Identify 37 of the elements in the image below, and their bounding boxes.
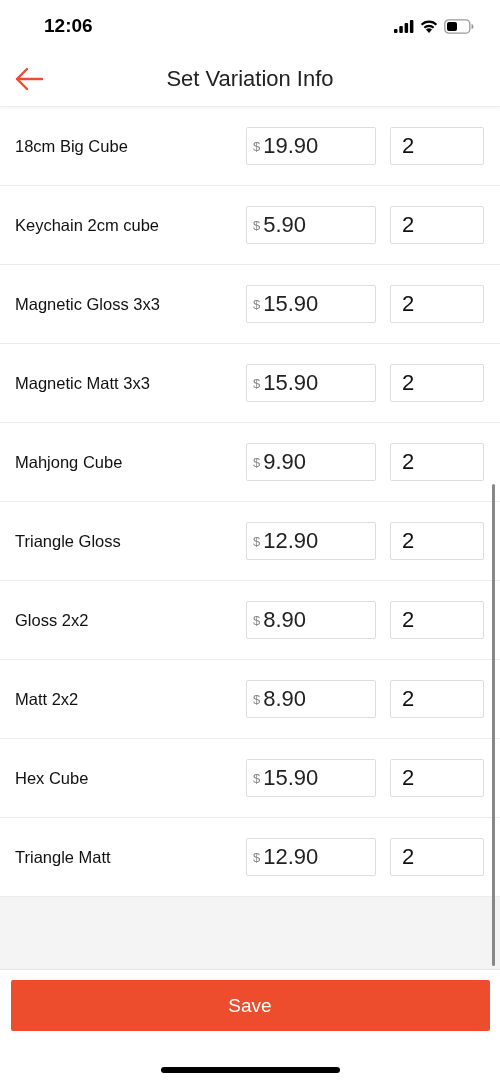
variation-name: Mahjong Cube — [15, 452, 124, 472]
variation-name: Magnetic Matt 3x3 — [15, 373, 151, 393]
variation-name: Keychain 2cm cube — [15, 215, 160, 235]
variation-name: Magnetic Gloss 3x3 — [15, 294, 161, 314]
save-button[interactable]: Save — [10, 980, 490, 1031]
variation-name: Matt 2x2 — [15, 689, 80, 709]
price-field[interactable]: $15.90 — [246, 285, 376, 323]
price-field[interactable]: $8.90 — [246, 680, 376, 718]
page-title: Set Variation Info — [166, 66, 334, 92]
variation-name: Hex Cube — [15, 768, 90, 788]
quantity-field[interactable]: 2 — [390, 680, 484, 718]
variation-name: Triangle Gloss — [15, 531, 122, 551]
back-arrow-icon[interactable] — [14, 66, 44, 92]
quantity-field[interactable]: 2 — [390, 838, 484, 876]
quantity-field[interactable]: 2 — [390, 127, 484, 165]
quantity-field[interactable]: 2 — [390, 364, 484, 402]
price-field[interactable]: $8.90 — [246, 601, 376, 639]
quantity-field[interactable]: 2 — [390, 285, 484, 323]
price-field[interactable]: $12.90 — [246, 838, 376, 876]
variation-name: Triangle Matt — [15, 847, 112, 867]
wifi-icon — [420, 19, 438, 33]
quantity-field[interactable]: 2 — [390, 522, 484, 560]
variation-name: Gloss 2x2 — [15, 610, 90, 630]
price-field[interactable]: $12.90 — [246, 522, 376, 560]
battery-icon — [444, 18, 474, 34]
quantity-field[interactable]: 2 — [390, 443, 484, 481]
price-field[interactable]: $19.90 — [246, 127, 376, 165]
signal-icon — [394, 19, 414, 33]
quantity-field[interactable]: 2 — [390, 206, 484, 244]
price-field[interactable]: $5.90 — [246, 206, 376, 244]
quantity-field[interactable]: 2 — [390, 759, 484, 797]
price-field[interactable]: $15.90 — [246, 759, 376, 797]
status-time: 12:06 — [44, 15, 93, 37]
price-field[interactable]: $15.90 — [246, 364, 376, 402]
price-field[interactable]: $9.90 — [246, 443, 376, 481]
quantity-field[interactable]: 2 — [390, 601, 484, 639]
variation-name: 18cm Big Cube — [15, 136, 129, 156]
